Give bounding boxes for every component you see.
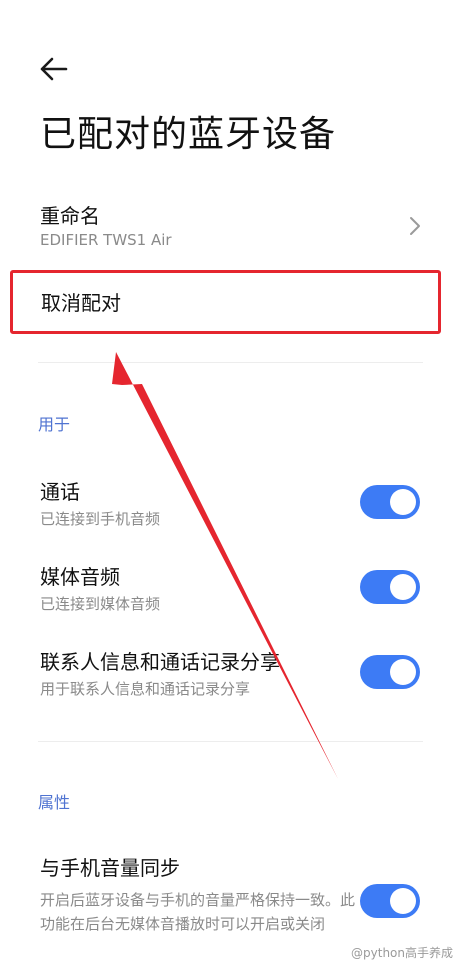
call-audio-title: 通话 — [40, 480, 80, 504]
contact-sharing-subtitle: 用于联系人信息和通话记录分享 — [40, 680, 251, 698]
section-header-used-for: 用于 — [38, 415, 71, 434]
rename-label: 重命名 — [40, 204, 100, 228]
rename-row[interactable]: 重命名 EDIFIER TWS1 Air — [0, 194, 461, 260]
volume-sync-subtitle: 开启后蓝牙设备与手机的音量严格保持一致。此功能在后台无媒体音播放时可以开启或关闭 — [40, 891, 356, 933]
media-audio-title: 媒体音频 — [40, 565, 120, 589]
device-name: EDIFIER TWS1 Air — [40, 231, 172, 249]
arrow-left-icon — [40, 57, 68, 81]
contact-sharing-toggle[interactable] — [360, 655, 420, 689]
unpair-label: 取消配对 — [41, 291, 121, 315]
contact-sharing-title: 联系人信息和通话记录分享 — [40, 650, 280, 674]
volume-sync-toggle[interactable] — [360, 884, 420, 918]
unpair-button[interactable]: 取消配对 — [10, 270, 441, 334]
contact-sharing-row[interactable]: 联系人信息和通话记录分享 用于联系人信息和通话记录分享 — [0, 648, 461, 704]
call-audio-toggle[interactable] — [360, 485, 420, 519]
volume-sync-row[interactable]: 与手机音量同步 开启后蓝牙设备与手机的音量严格保持一致。此功能在后台无媒体音播放… — [0, 854, 461, 954]
divider — [38, 741, 423, 742]
media-audio-row[interactable]: 媒体音频 已连接到媒体音频 — [0, 563, 461, 619]
media-audio-subtitle: 已连接到媒体音频 — [40, 595, 161, 613]
chevron-right-icon — [410, 217, 420, 235]
toggle-knob — [390, 888, 416, 914]
watermark: @python高手养成 — [351, 946, 453, 960]
divider — [38, 362, 423, 363]
back-button[interactable] — [36, 52, 74, 86]
toggle-knob — [390, 659, 416, 685]
volume-sync-title: 与手机音量同步 — [40, 856, 180, 880]
call-audio-row[interactable]: 通话 已连接到手机音频 — [0, 478, 461, 534]
page-title: 已配对的蓝牙设备 — [40, 114, 337, 155]
toggle-knob — [390, 489, 416, 515]
toggle-knob — [390, 574, 416, 600]
section-header-properties: 属性 — [38, 793, 71, 812]
media-audio-toggle[interactable] — [360, 570, 420, 604]
bluetooth-device-settings-screen: 已配对的蓝牙设备 重命名 EDIFIER TWS1 Air 取消配对 用于 通话… — [0, 0, 461, 969]
call-audio-subtitle: 已连接到手机音频 — [40, 510, 161, 528]
